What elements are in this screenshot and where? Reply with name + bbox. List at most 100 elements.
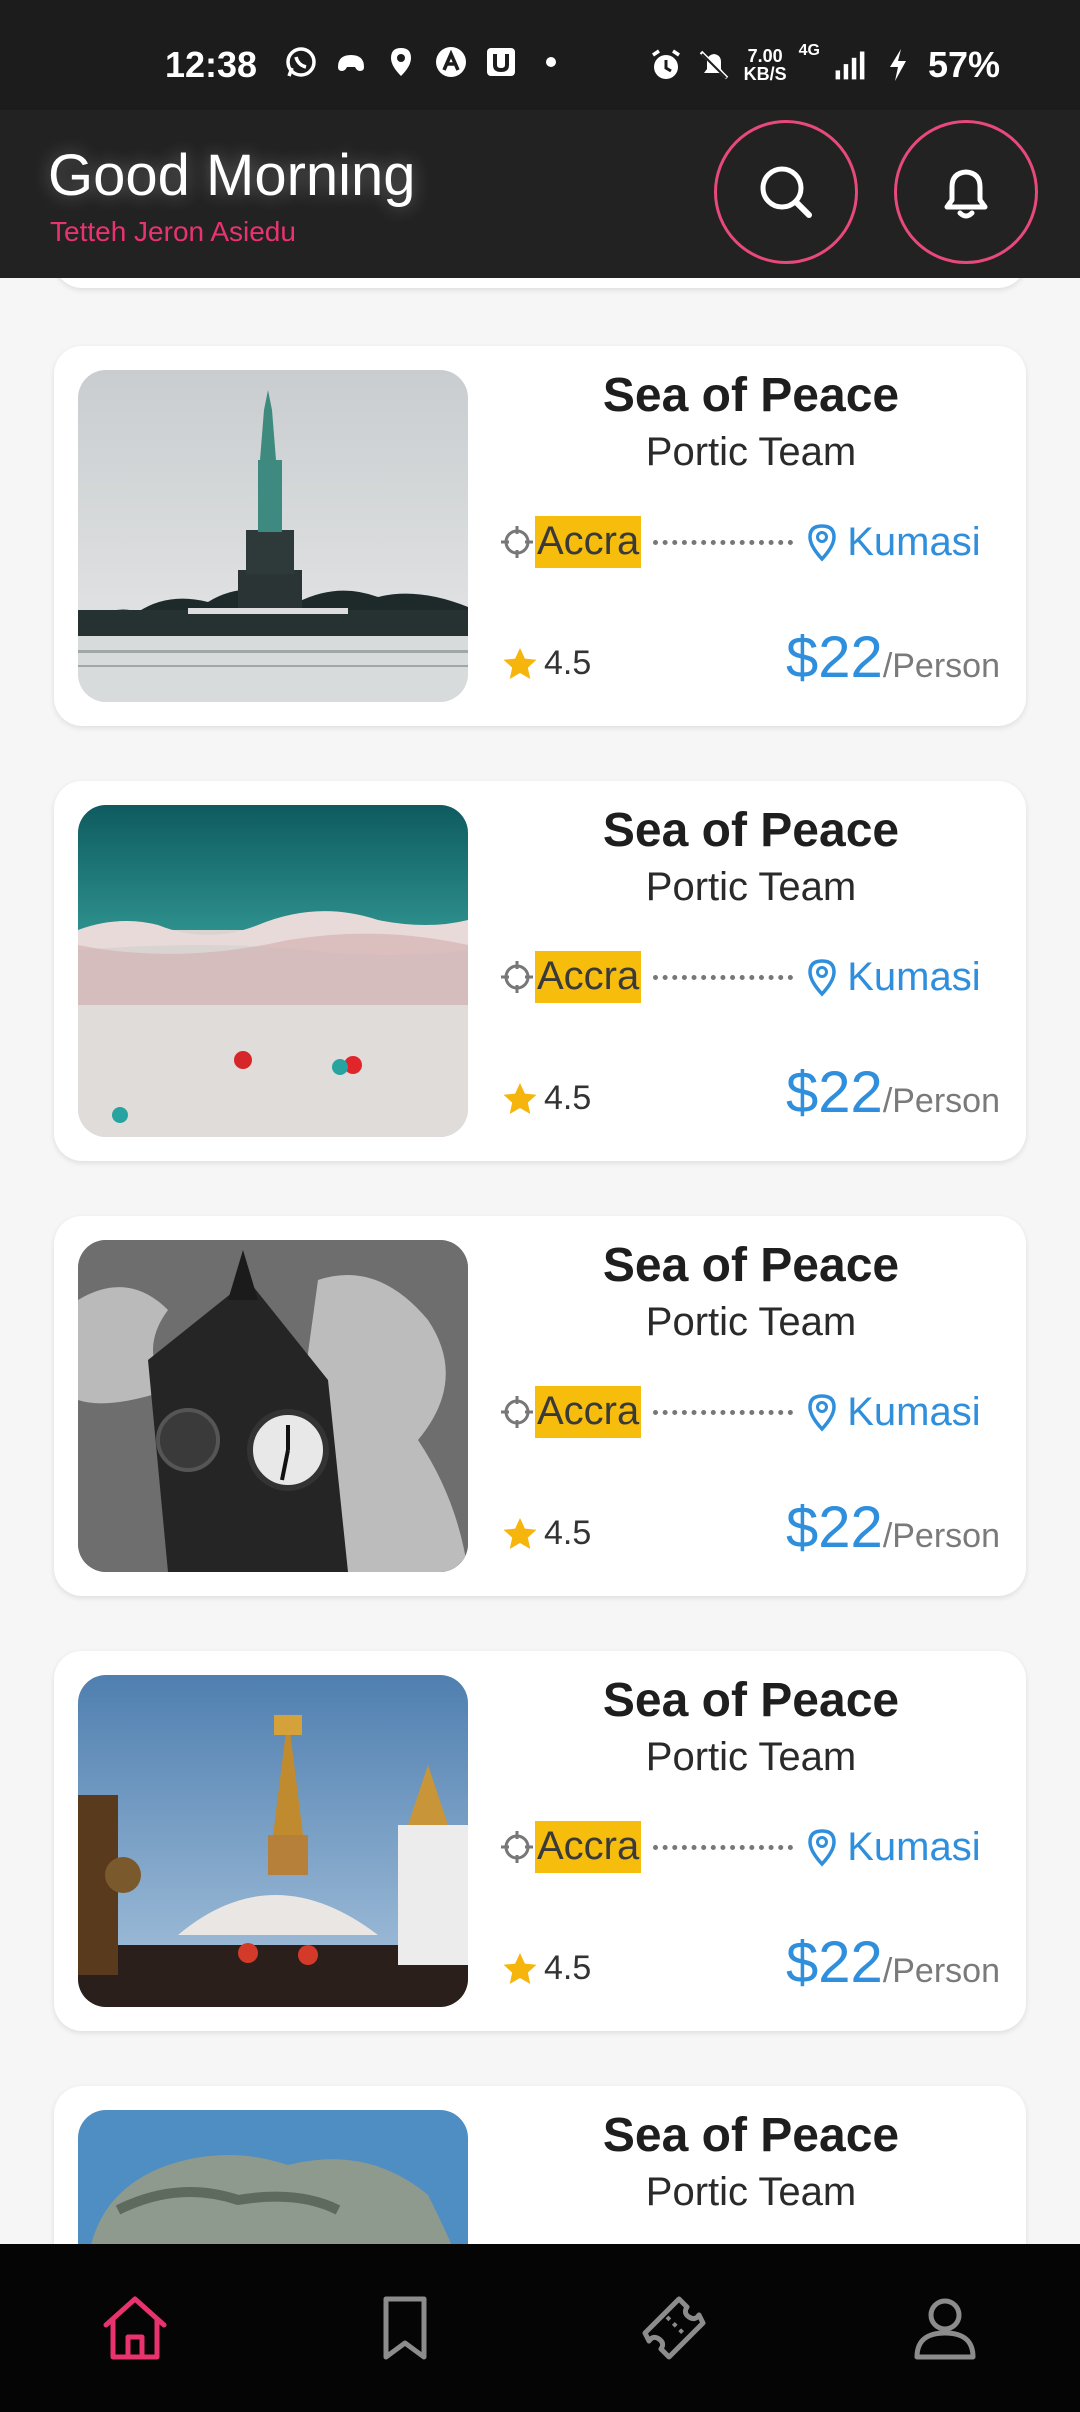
signal-icon (832, 47, 868, 83)
price-unit: /Person (882, 1517, 1000, 1555)
route-divider (653, 1409, 794, 1415)
trip-route: Accra Kumasi (499, 949, 1009, 1005)
gamepad-icon (333, 44, 369, 80)
price-value: $22 (786, 1930, 883, 1995)
trip-card[interactable]: Sea of Peace Portic Team Accra Kumasi 4.… (54, 781, 1026, 1161)
rating-value: 4.5 (544, 644, 592, 682)
trip-route: Accra Kumasi (499, 514, 1009, 570)
trip-card[interactable]: Sea of Peace Portic Team Accra Kumasi 4.… (54, 1216, 1026, 1596)
search-icon (760, 166, 812, 218)
destination-city: Kumasi (847, 954, 981, 999)
destination-city: Kumasi (847, 519, 981, 564)
trip-card-partial-top[interactable] (54, 278, 1026, 288)
price-unit: /Person (882, 647, 1000, 685)
user-name: Tetteh Jeron Asiedu (50, 216, 296, 247)
net-speed-unit: KB/S (743, 64, 787, 84)
trip-card[interactable]: Sea of Peace Portic Team Accra Kumasi 4.… (54, 1651, 1026, 2031)
trip-team: Portic Team (645, 2170, 857, 2214)
trip-card[interactable]: Sea of Peace Portic Team Accra Kumasi 4.… (54, 346, 1026, 726)
whatsapp-icon (283, 44, 319, 80)
trip-team: Portic Team (645, 1300, 857, 1344)
route-divider (653, 1844, 794, 1850)
trip-title: Sea of Peace (602, 1239, 900, 1292)
origin-city: Accra (535, 1821, 642, 1873)
route-divider (653, 539, 794, 545)
trip-title: Sea of Peace (602, 2109, 900, 2162)
ticket-icon (642, 2296, 706, 2360)
search-button[interactable] (714, 120, 858, 264)
status-time: 12:38 (165, 44, 258, 85)
trip-title: Sea of Peace (602, 1674, 900, 1727)
bookmark-icon (383, 2296, 427, 2360)
trip-list[interactable]: Sea of Peace Portic Team Accra Kumasi 4.… (0, 278, 1080, 2244)
trip-price: $22/Person (786, 1494, 1000, 1561)
trip-card[interactable]: Sea of Peace Portic Team (54, 2086, 1026, 2244)
nav-saved[interactable] (365, 2288, 445, 2368)
trip-team: Portic Team (645, 865, 857, 909)
origin-city: Accra (535, 951, 642, 1003)
net-speed: 7.00 KB/S (744, 47, 787, 83)
trip-rating: 4.5 (502, 1949, 591, 1988)
home-icon (103, 2296, 167, 2360)
nav-tickets[interactable] (634, 2288, 714, 2368)
origin-city: Accra (535, 1386, 642, 1438)
bottom-navigation (0, 2244, 1080, 2412)
app-header: Good Morning Tetteh Jeron Asiedu (0, 110, 1080, 278)
destination-city: Kumasi (847, 1824, 981, 1869)
trip-rating: 4.5 (502, 1514, 591, 1553)
charging-icon (880, 47, 916, 83)
route-divider (653, 974, 794, 980)
star-icon (503, 1517, 537, 1549)
trip-title: Sea of Peace (602, 804, 900, 857)
location-pin-icon (808, 524, 837, 562)
alarm-icon (648, 47, 684, 83)
net-speed-value: 7.00 (747, 46, 783, 66)
crosshair-icon (501, 1831, 533, 1863)
nav-profile[interactable] (905, 2288, 985, 2368)
rating-value: 4.5 (544, 1079, 592, 1117)
network-type: 4G (798, 42, 820, 59)
star-icon (503, 1952, 537, 1984)
bell-icon (944, 169, 988, 219)
battery-level: 57% (927, 44, 1000, 85)
crosshair-icon (501, 1396, 533, 1428)
notifications-button[interactable] (894, 120, 1038, 264)
trip-rating: 4.5 (502, 644, 591, 683)
profile-icon (914, 2298, 976, 2360)
trip-team: Portic Team (645, 1735, 857, 1779)
star-icon (503, 647, 537, 679)
star-icon (503, 1082, 537, 1114)
origin-city: Accra (535, 516, 642, 568)
nav-home[interactable] (95, 2288, 175, 2368)
trip-team: Portic Team (645, 430, 857, 474)
location-pin-icon (808, 959, 837, 997)
trip-image-big-ben (78, 1240, 468, 1572)
price-value: $22 (786, 1495, 883, 1560)
rating-value: 4.5 (544, 1514, 592, 1552)
notification-icons (283, 44, 569, 80)
trip-price: $22/Person (786, 624, 1000, 691)
price-value: $22 (786, 1060, 883, 1125)
trip-image-stupa-temple (78, 1675, 468, 2007)
crosshair-icon (501, 961, 533, 993)
trip-image-beach-aerial (78, 805, 468, 1137)
trip-price: $22/Person (786, 1059, 1000, 1126)
price-unit: /Person (882, 1952, 1000, 1990)
greeting-title: Good Morning (48, 143, 416, 208)
trip-image-sea-rock (78, 2110, 468, 2244)
mute-bell-icon (696, 47, 732, 83)
location-pin-icon (808, 1829, 837, 1867)
trip-route: Accra Kumasi (499, 1819, 1009, 1875)
rating-value: 4.5 (544, 1949, 592, 1987)
trip-rating: 4.5 (502, 1079, 591, 1118)
trip-route: Accra Kumasi (499, 1384, 1009, 1440)
app-u-icon (483, 44, 519, 80)
price-value: $22 (786, 625, 883, 690)
location-shield-icon (383, 44, 419, 80)
app-a-icon (433, 44, 469, 80)
system-icons: 7.00 KB/S 4G 57% (648, 42, 1000, 86)
trip-image-statue-of-liberty (78, 370, 468, 702)
trip-price: $22/Person (786, 1929, 1000, 1996)
location-pin-icon (808, 1394, 837, 1432)
status-bar: 12:38 7.00 KB/S 4G 57% (0, 0, 1080, 110)
